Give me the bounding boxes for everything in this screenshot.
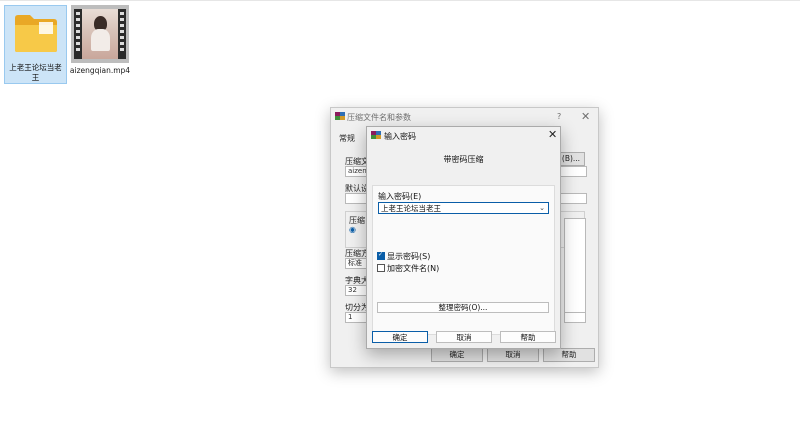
password-dialog-subtitle: 带密码压缩 bbox=[443, 155, 484, 164]
desktop-folder[interactable]: 上老王论坛当老王 bbox=[4, 5, 67, 84]
close-icon[interactable]: ✕ bbox=[548, 128, 557, 141]
film-strip-right bbox=[118, 9, 126, 59]
thumbnail-image bbox=[82, 9, 118, 59]
password-value: 上老王论坛当老王 bbox=[381, 204, 441, 213]
tab-general[interactable]: 常规 bbox=[339, 133, 355, 144]
show-password-checkbox[interactable] bbox=[377, 251, 385, 260]
desktop-video-file[interactable]: aizengqian.mp4 bbox=[69, 5, 131, 75]
cancel-button[interactable]: 取消 bbox=[436, 331, 492, 343]
video-thumbnail bbox=[71, 5, 129, 63]
ok-button[interactable]: 确定 bbox=[372, 331, 428, 343]
browse-button[interactable]: (B)... bbox=[557, 152, 585, 166]
film-strip-left bbox=[74, 9, 82, 59]
cancel-button[interactable]: 取消 bbox=[487, 348, 539, 362]
organize-passwords-button[interactable]: 整理密码(O)... bbox=[377, 302, 549, 313]
desktop-folder-label: 上老王论坛当老王 bbox=[9, 63, 62, 82]
encrypt-filenames-checkbox[interactable] bbox=[377, 264, 385, 272]
split-extra-field[interactable] bbox=[564, 312, 586, 323]
options-panel bbox=[564, 218, 586, 315]
dialog-title: 压缩文件名和参数 bbox=[347, 113, 411, 122]
winrar-icon bbox=[335, 112, 345, 121]
help-button[interactable]: 帮助 bbox=[500, 331, 556, 343]
desktop-video-label: aizengqian.mp4 bbox=[69, 66, 131, 75]
password-dialog-title: 输入密码 bbox=[384, 132, 416, 141]
folder-icon bbox=[15, 15, 57, 52]
password-input[interactable]: 上老王论坛当老王 ⌄ bbox=[378, 202, 549, 214]
close-icon[interactable]: ✕ bbox=[581, 110, 590, 123]
help-button[interactable]: 帮助 bbox=[543, 348, 595, 362]
top-edge bbox=[0, 0, 800, 1]
show-password-label[interactable]: 显示密码(S) bbox=[387, 251, 430, 262]
radio-icon[interactable]: ◉ bbox=[349, 225, 356, 234]
help-icon[interactable]: ? bbox=[557, 112, 561, 121]
ok-button[interactable]: 确定 bbox=[431, 348, 483, 362]
encrypt-filenames-label[interactable]: 加密文件名(N) bbox=[387, 263, 439, 274]
password-dialog: 输入密码 ✕ 带密码压缩 输入密码(E) 上老王论坛当老王 ⌄ 显示密码(S) … bbox=[366, 126, 561, 349]
winrar-icon bbox=[371, 131, 381, 140]
enter-password-label: 输入密码(E) bbox=[378, 192, 422, 201]
chevron-down-icon[interactable]: ⌄ bbox=[539, 203, 545, 214]
